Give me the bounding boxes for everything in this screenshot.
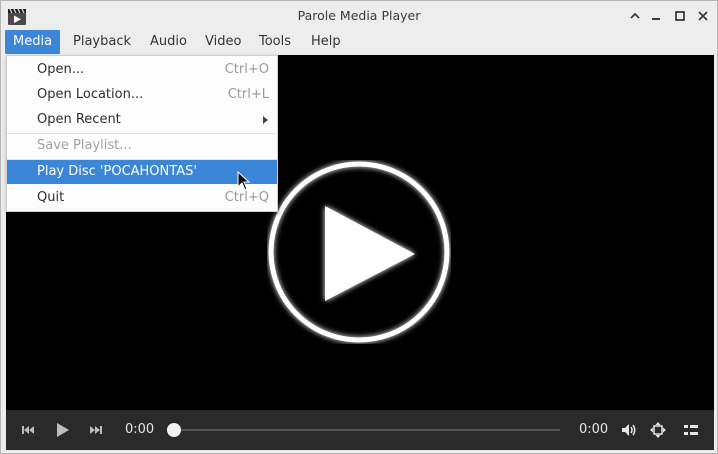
fullscreen-icon[interactable] (649, 421, 667, 439)
titlebar[interactable]: Parole Media Player (1, 1, 717, 31)
play-circle-icon[interactable] (267, 160, 451, 344)
menu-item-open-location[interactable]: Open Location... Ctrl+L (7, 83, 277, 107)
menu-item-open[interactable]: Open... Ctrl+O (7, 58, 277, 82)
menu-item-open-recent[interactable]: Open Recent (7, 108, 277, 132)
menu-item-save-playlist: Save Playlist... (37, 138, 132, 153)
menu-audio[interactable]: Audio (142, 30, 195, 54)
mouse-pointer-icon (237, 171, 251, 191)
menu-playback[interactable]: Playback (65, 30, 139, 54)
parole-window: Parole Media Player Media Playback Audio… (0, 0, 718, 454)
volume-icon[interactable] (620, 421, 638, 439)
total-time: 0:00 (579, 422, 609, 437)
menubar: Media Playback Audio Video Tools Help (5, 30, 715, 54)
play-icon[interactable] (53, 421, 71, 439)
seek-handle[interactable] (167, 423, 181, 437)
playlist-icon[interactable] (682, 421, 700, 439)
playback-controls: 0:00 0:00 (6, 410, 714, 450)
menu-video[interactable]: Video (197, 30, 249, 54)
shortcut-label: Ctrl+L (227, 87, 269, 102)
menu-help[interactable]: Help (303, 30, 349, 54)
chevron-up-icon[interactable] (628, 9, 642, 23)
maximize-icon[interactable] (673, 9, 687, 23)
seek-bar[interactable] (177, 429, 560, 431)
current-time: 0:00 (125, 422, 155, 437)
menu-media[interactable]: Media (5, 30, 61, 54)
submenu-arrow-icon (263, 116, 268, 124)
minimize-icon[interactable] (649, 9, 663, 23)
shortcut-label: Ctrl+O (224, 62, 269, 77)
menu-tools[interactable]: Tools (251, 30, 299, 54)
skip-next-icon[interactable] (87, 421, 105, 439)
window-title: Parole Media Player (297, 8, 421, 23)
close-icon[interactable] (696, 9, 710, 23)
skip-previous-icon[interactable] (19, 421, 37, 439)
